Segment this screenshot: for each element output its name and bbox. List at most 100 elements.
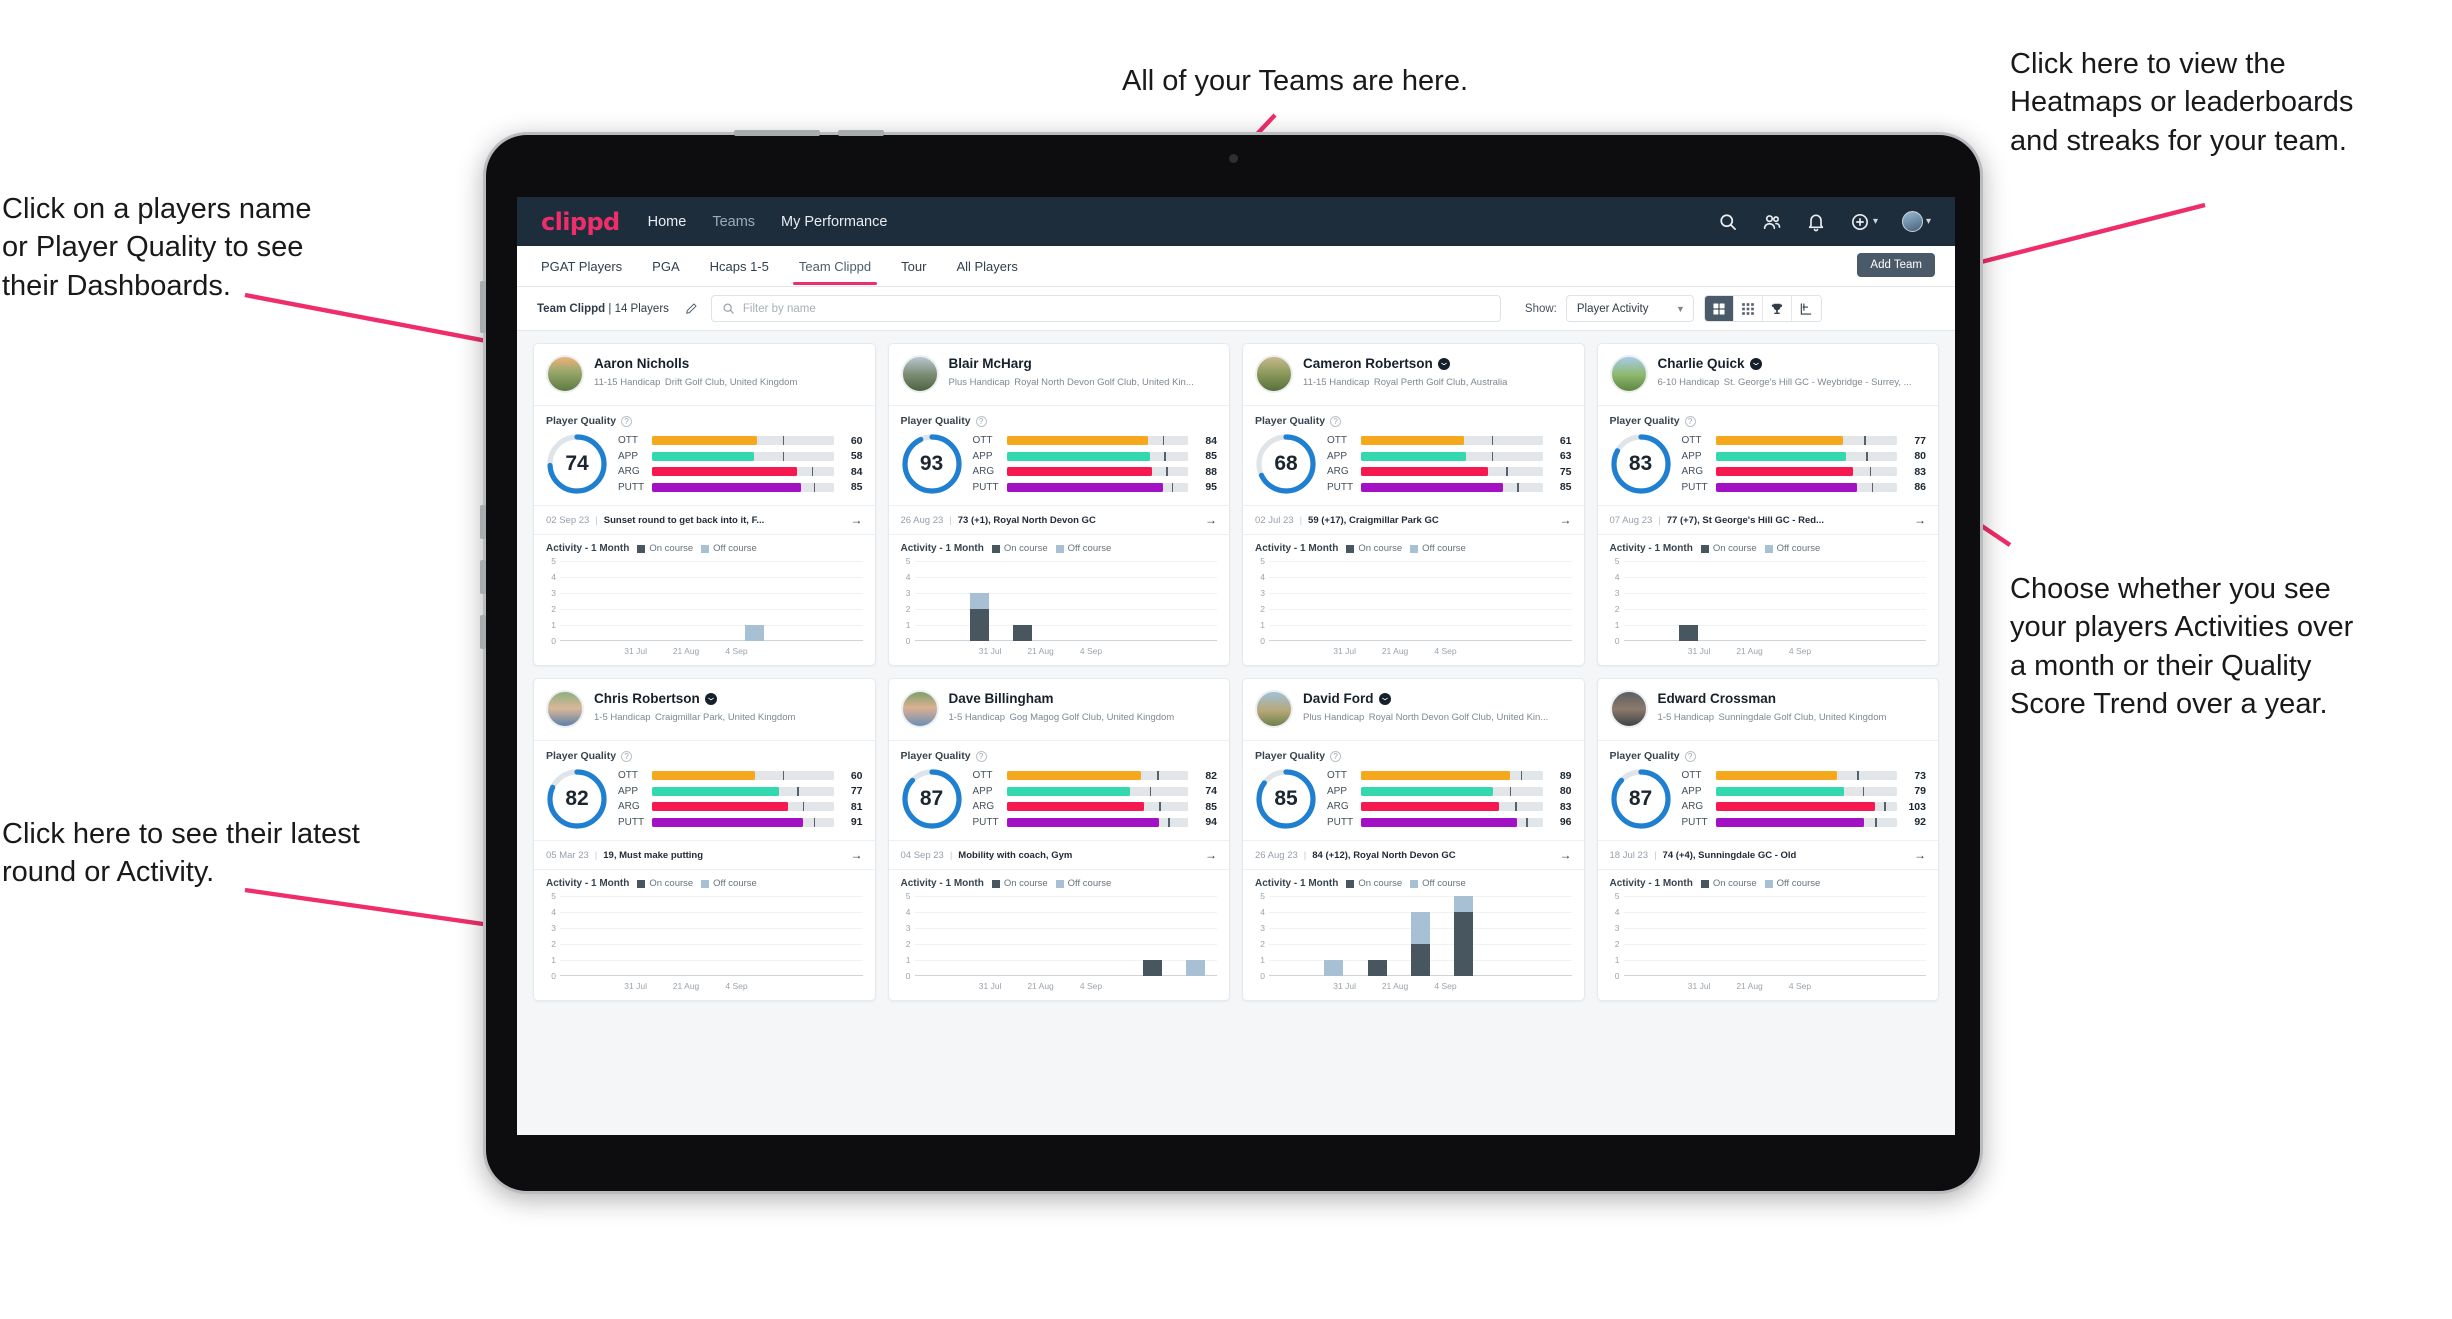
player-name[interactable]: Cameron Robertson [1303,356,1433,372]
latest-round-row[interactable]: 26 Aug 23 | 73 (+1), Royal North Devon G… [888,505,1229,534]
plus-circle-icon[interactable] [1850,212,1870,232]
latest-round-row[interactable]: 02 Jul 23 | 59 (+17), Craigmillar Park G… [1243,505,1584,534]
quality-ring[interactable]: 85 [1255,768,1317,830]
trophy-leaderboard-view-button[interactable] [1762,296,1792,321]
question-circle-icon[interactable]: ? [1330,750,1342,762]
player-quality-section[interactable]: Player Quality ? 68 OTT 61 APP 63 ARG 75… [1243,405,1584,505]
avatar[interactable] [1255,355,1293,393]
nav-link-home[interactable]: Home [648,214,687,230]
grid-large-view-button[interactable] [1704,296,1734,321]
quality-ring[interactable]: 68 [1255,433,1317,495]
arrow-right-icon[interactable]: → [1560,513,1572,527]
arrow-right-icon[interactable]: → [1914,848,1926,862]
player-name-row[interactable]: Aaron Nicholls [594,356,863,372]
bell-icon[interactable] [1806,212,1826,232]
player-quality-section[interactable]: Player Quality ? 87 OTT 73 APP 79 ARG 10… [1597,740,1938,840]
question-circle-icon[interactable]: ? [621,750,633,762]
tab-tour[interactable]: Tour [899,248,928,285]
arrow-right-icon[interactable]: → [1560,848,1572,862]
question-circle-icon[interactable]: ? [621,415,633,427]
player-name-row[interactable]: Edward Crossman [1658,691,1927,707]
avatar[interactable] [900,690,939,728]
arrow-right-icon[interactable]: → [1914,513,1926,527]
search-icon[interactable] [1718,212,1738,232]
account-menu[interactable]: ▾ [1901,211,1931,232]
player-card[interactable]: Chris Robertson 1-5 Handicap Craigmillar… [533,678,876,1001]
nav-link-my-performance[interactable]: My Performance [781,214,887,230]
avatar[interactable] [1255,690,1293,728]
question-circle-icon[interactable]: ? [1684,750,1696,762]
player-card[interactable]: Aaron Nicholls 11-15 Handicap Drift Golf… [533,343,876,666]
player-name[interactable]: Blair McHarg [949,356,1032,372]
player-card[interactable]: David Ford Plus Handicap Royal North Dev… [1242,678,1585,1001]
grid-small-view-button[interactable] [1733,296,1763,321]
tab-team-clippd[interactable]: Team Clippd [792,248,878,285]
player-quality-section[interactable]: Player Quality ? 85 OTT 89 APP 80 ARG 83… [1243,740,1584,840]
avatar[interactable] [900,355,939,393]
player-name-row[interactable]: Blair McHarg [949,356,1218,372]
pencil-icon[interactable] [679,296,705,322]
player-card-header[interactable]: Aaron Nicholls 11-15 Handicap Drift Golf… [534,344,875,405]
question-circle-icon[interactable]: ? [975,750,987,762]
latest-round-row[interactable]: 04 Sep 23 | Mobility with coach, Gym → [888,840,1229,869]
tab-hcaps-1-5[interactable]: Hcaps 1-5 [708,248,771,285]
player-card-header[interactable]: Charlie Quick 6-10 Handicap St. George's… [1598,344,1939,405]
player-card[interactable]: Blair McHarg Plus Handicap Royal North D… [887,343,1230,666]
latest-round-row[interactable]: 05 Mar 23 | 19, Must make putting → [534,840,875,869]
player-card[interactable]: Charlie Quick 6-10 Handicap St. George's… [1596,343,1939,666]
latest-round-row[interactable]: 26 Aug 23 | 84 (+12), Royal North Devon … [1243,840,1584,869]
latest-round-row[interactable]: 07 Aug 23 | 77 (+7), St George's Hill GC… [1597,505,1938,534]
player-name-row[interactable]: Chris Robertson [594,691,863,707]
player-name[interactable]: Charlie Quick [1658,356,1745,372]
avatar[interactable] [1901,211,1923,232]
player-quality-section[interactable]: Player Quality ? 83 OTT 77 APP 80 ARG 83… [1597,405,1938,505]
add-menu[interactable]: ▾ [1850,212,1878,232]
avatar[interactable] [1609,690,1648,728]
player-quality-section[interactable]: Player Quality ? 82 OTT 60 APP 77 ARG 81… [534,740,875,840]
player-name-row[interactable]: Charlie Quick [1658,356,1927,372]
player-name[interactable]: Edward Crossman [1658,691,1777,707]
quality-ring[interactable]: 93 [901,433,963,495]
quality-ring[interactable]: 83 [1610,433,1672,495]
avatar[interactable] [1609,355,1648,393]
show-select[interactable]: Player Activity ▼ [1565,295,1694,322]
player-name-row[interactable]: Cameron Robertson [1303,356,1572,372]
question-circle-icon[interactable]: ? [975,415,987,427]
player-card[interactable]: Edward Crossman 1-5 Handicap Sunningdale… [1596,678,1939,1001]
arrow-right-icon[interactable]: → [851,848,863,862]
tab-pga[interactable]: PGA [650,248,681,285]
player-name-row[interactable]: David Ford [1303,691,1572,707]
player-card-header[interactable]: Edward Crossman 1-5 Handicap Sunningdale… [1598,679,1939,740]
quality-ring[interactable]: 87 [1610,768,1672,830]
clippd-logo[interactable]: clippd [541,208,620,236]
tab-all-players[interactable]: All Players [954,248,1019,285]
avatar[interactable] [546,355,584,393]
arrow-right-icon[interactable]: → [1205,848,1217,862]
question-circle-icon[interactable]: ? [1684,415,1696,427]
heatmap-view-button[interactable] [1791,296,1821,321]
player-card-header[interactable]: Cameron Robertson 11-15 Handicap Royal P… [1243,344,1584,405]
player-name[interactable]: David Ford [1303,691,1374,707]
arrow-right-icon[interactable]: → [851,513,863,527]
quality-ring[interactable]: 87 [901,768,963,830]
people-icon[interactable] [1762,212,1782,232]
question-circle-icon[interactable]: ? [1330,415,1342,427]
player-card-header[interactable]: Chris Robertson 1-5 Handicap Craigmillar… [534,679,875,740]
player-card-header[interactable]: David Ford Plus Handicap Royal North Dev… [1243,679,1584,740]
nav-link-teams[interactable]: Teams [712,214,755,230]
player-card[interactable]: Dave Billingham 1-5 Handicap Gog Magog G… [887,678,1230,1001]
player-quality-section[interactable]: Player Quality ? 74 OTT 60 APP 58 ARG 84… [534,405,875,505]
player-card-header[interactable]: Blair McHarg Plus Handicap Royal North D… [889,344,1230,405]
search-input[interactable]: Filter by name [710,295,1501,322]
avatar[interactable] [546,690,584,728]
player-name-row[interactable]: Dave Billingham [949,691,1218,707]
player-quality-section[interactable]: Player Quality ? 93 OTT 84 APP 85 ARG 88… [888,405,1229,505]
player-card-header[interactable]: Dave Billingham 1-5 Handicap Gog Magog G… [889,679,1230,740]
latest-round-row[interactable]: 02 Sep 23 | Sunset round to get back int… [534,505,875,534]
player-name[interactable]: Chris Robertson [594,691,700,707]
player-name[interactable]: Dave Billingham [949,691,1054,707]
player-quality-section[interactable]: Player Quality ? 87 OTT 82 APP 74 ARG 85… [888,740,1229,840]
quality-ring[interactable]: 82 [546,768,608,830]
player-name[interactable]: Aaron Nicholls [594,356,689,372]
player-card[interactable]: Cameron Robertson 11-15 Handicap Royal P… [1242,343,1585,666]
